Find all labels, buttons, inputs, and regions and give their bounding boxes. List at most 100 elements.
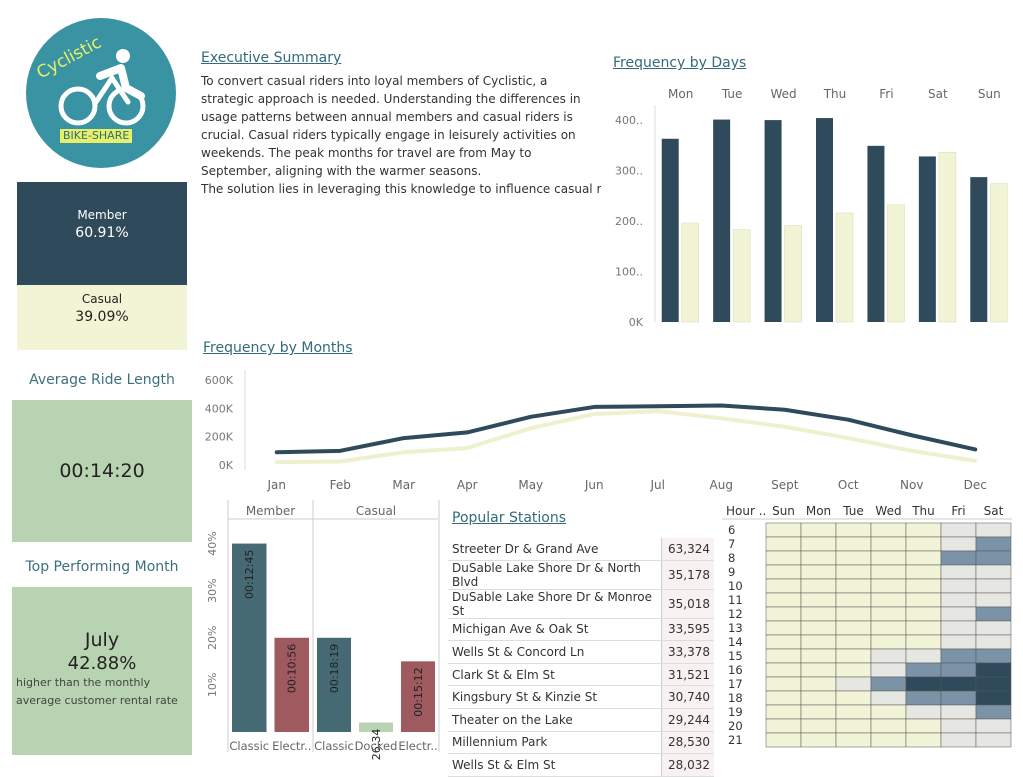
- days-x-tick: Thu: [823, 87, 847, 101]
- days-bar-casual: [938, 152, 957, 323]
- cyclistic-logo: Cyclistic BIKE-SHARE: [26, 18, 176, 168]
- heatmap-cell: [765, 634, 802, 650]
- heatmap-cell: [975, 606, 1012, 622]
- station-row: Kingsbury St & Kinzie St 30,740: [448, 685, 714, 709]
- station-count: 29,244: [661, 708, 714, 732]
- ride-bar-label: 00:18:19: [328, 644, 341, 693]
- heatmap-cell: [905, 718, 942, 734]
- heatmap-cell: [905, 606, 942, 622]
- station-count: 31,521: [661, 663, 714, 687]
- heatmap-cell: [835, 564, 872, 580]
- ride-length-chart: 10% 20% 30% 40% Member 00:12:45 Classic 00:10:5…: [206, 500, 440, 760]
- days-bar-member: [918, 156, 936, 322]
- station-row: Wells St & Concord Ln 33,378: [448, 640, 714, 664]
- heatmap-cell: [940, 732, 977, 748]
- station-count: 28,032: [661, 753, 714, 777]
- heatmap-cell: [905, 522, 942, 538]
- heatmap-col-header: Wed: [875, 504, 901, 518]
- days-x-tick: Sat: [928, 87, 948, 101]
- heatmap-row-label: 9: [728, 565, 735, 579]
- heatmap-col-header: Mon: [806, 504, 831, 518]
- heatmap-row-label: 17: [728, 677, 743, 691]
- station-count: 35,018: [661, 589, 714, 619]
- months-x-tick: May: [518, 478, 543, 492]
- stations-title: Popular Stations: [452, 510, 567, 526]
- months-x-tick: Sept: [771, 478, 799, 492]
- heatmap-row-label: 7: [728, 537, 735, 551]
- heatmap-cell: [870, 564, 907, 580]
- heatmap-cell: [800, 732, 837, 748]
- heatmap-cell: [940, 690, 977, 706]
- heatmap-cell: [800, 634, 837, 650]
- heatmap-cell: [975, 704, 1012, 720]
- ride-y-tick: 40%: [206, 531, 219, 555]
- months-y-tick: 200K: [205, 431, 234, 444]
- station-count: 63,324: [661, 538, 714, 561]
- heatmap-cell: [765, 536, 802, 552]
- months-y-tick: 400K: [205, 402, 234, 415]
- heatmap-cell: [870, 718, 907, 734]
- heatmap-cell: [800, 606, 837, 622]
- days-x-tick: Wed: [770, 87, 796, 101]
- heatmap-row-label: 21: [728, 733, 743, 747]
- stations-table: Streeter Dr & Grand Ave 63,324 DuSable Lak…: [448, 538, 714, 777]
- heatmap-cell: [975, 690, 1012, 706]
- days-bar-member: [661, 138, 679, 322]
- heatmap-cell: [835, 732, 872, 748]
- station-name: Theater on the Lake: [448, 708, 662, 732]
- heatmap-cell: [940, 522, 977, 538]
- heatmap-cell: [835, 648, 872, 664]
- heatmap-cell: [765, 564, 802, 580]
- heatmap-cell: [940, 564, 977, 580]
- ride-bar-label: 00:10:56: [286, 644, 299, 693]
- ride-x-tick: Classic: [229, 739, 269, 753]
- bike-rider-icon: [58, 49, 146, 126]
- heatmap-row-label: 13: [728, 621, 743, 635]
- heatmap-row-label: 20: [728, 719, 743, 733]
- months-x-tick: Dec: [964, 478, 987, 492]
- heatmap-cell: [870, 662, 907, 678]
- station-name: Michigan Ave & Oak St: [448, 618, 662, 642]
- heatmap-cell: [905, 648, 942, 664]
- days-bar-member: [816, 118, 833, 322]
- ride-x-tick: Docked: [355, 739, 398, 753]
- heatmap-cell: [870, 620, 907, 636]
- months-x-tick: Nov: [900, 478, 923, 492]
- ride-x-tick: Electr..: [398, 739, 437, 753]
- station-count: 33,378: [661, 640, 714, 664]
- days-y-tick: 400..: [615, 114, 643, 127]
- heatmap-cell: [905, 536, 942, 552]
- days-bar-member: [764, 120, 782, 322]
- station-row: Michigan Ave & Oak St 33,595: [448, 618, 714, 642]
- heatmap-row-label: 6: [728, 523, 735, 537]
- heatmap-cell: [835, 606, 872, 622]
- top-month-name: July: [84, 629, 120, 651]
- heatmap-cell: [940, 634, 977, 650]
- heatmap-cell: [835, 634, 872, 650]
- months-y-tick: 600K: [205, 374, 234, 387]
- heatmap-cell: [765, 690, 802, 706]
- heatmap-cell: [765, 592, 802, 608]
- heatmap-cell: [835, 536, 872, 552]
- heatmap-cell: [905, 550, 942, 566]
- heatmap-cell: [975, 550, 1012, 566]
- heatmap-row-label: 14: [728, 635, 743, 649]
- days-x-tick: Sun: [978, 87, 1001, 101]
- hourly-heatmap: Hour .. Sun Mon Tue Wed Thu Fri Sat 678910111213…: [722, 504, 1012, 748]
- months-line-casual: [274, 409, 978, 465]
- top-month-note: higher than the monthly average customer…: [16, 676, 178, 707]
- heatmap-cell: [800, 578, 837, 594]
- heatmap-cell: [800, 620, 837, 636]
- heatmap-cell: [905, 676, 942, 692]
- heatmap-cell: [835, 676, 872, 692]
- months-x-tick: Aug: [710, 478, 733, 492]
- avg-ride-title: Average Ride Length: [29, 372, 175, 388]
- station-name: Streeter Dr & Grand Ave: [448, 538, 662, 561]
- heatmap-cell: [905, 592, 942, 608]
- heatmap-cell: [940, 648, 977, 664]
- heatmap-cell: [800, 592, 837, 608]
- station-row: Clark St & Elm St 31,521: [448, 663, 714, 687]
- heatmap-cell: [870, 634, 907, 650]
- heatmap-cell: [870, 592, 907, 608]
- heatmap-cell: [870, 732, 907, 748]
